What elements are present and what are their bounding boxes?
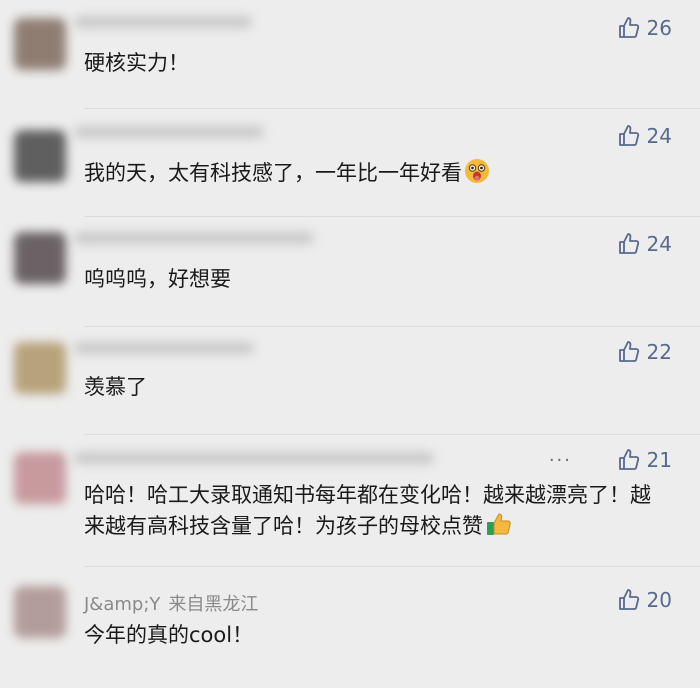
username-blurred [74, 452, 434, 464]
thumbs-up-icon [617, 16, 641, 40]
like-button[interactable]: 21 [617, 448, 672, 472]
username-blurred [74, 16, 252, 28]
thumbs-up-icon [617, 124, 641, 148]
drooling-face-emoji [464, 158, 490, 193]
like-count: 26 [646, 16, 672, 40]
like-count: 24 [646, 124, 672, 148]
like-button[interactable]: 20 [617, 588, 672, 612]
divider [84, 566, 700, 567]
like-button[interactable]: 24 [617, 124, 672, 148]
thumbs-up-icon [617, 340, 641, 364]
username-blurred [74, 126, 264, 138]
comment-text-value: 我的天，太有科技感了，一年比一年好看 [84, 161, 462, 185]
comment-text: 今年的真的cool！ [84, 623, 254, 647]
divider [84, 326, 700, 327]
comment-item: 硬核实力！ 26 [0, 0, 700, 110]
comment-item: 羡慕了 22 [0, 328, 700, 438]
comment-text: 哈哈！哈工大录取通知书每年都在变化哈！越来越漂亮了！越来越有高科技含量了哈！为孩… [84, 480, 664, 546]
like-count: 22 [646, 340, 672, 364]
username-blurred [74, 342, 254, 354]
like-count: 21 [646, 448, 672, 472]
more-options-button[interactable]: ··· [549, 450, 572, 471]
comment-item: 哈哈！哈工大录取通知书每年都在变化哈！越来越漂亮了！越来越有高科技含量了哈！为孩… [0, 436, 700, 568]
divider [84, 216, 700, 217]
like-count: 24 [646, 232, 672, 256]
divider [84, 434, 700, 435]
thumbs-up-icon [617, 588, 641, 612]
avatar[interactable] [14, 232, 66, 284]
like-button[interactable]: 22 [617, 340, 672, 364]
avatar[interactable] [14, 586, 66, 638]
like-button[interactable]: 24 [617, 232, 672, 256]
avatar[interactable] [14, 18, 66, 70]
like-count: 20 [646, 588, 672, 612]
comment-text: 硬核实力！ [84, 51, 189, 75]
divider [84, 108, 700, 109]
thumbs-up-icon [617, 448, 641, 472]
avatar[interactable] [14, 130, 66, 182]
thumbs-up-emoji [485, 511, 513, 546]
comment-text: 我的天，太有科技感了，一年比一年好看 [84, 158, 664, 193]
comment-item: J&amp;Y 来自黑龙江 今年的真的cool！ 20 [0, 568, 700, 688]
comment-item: 我的天，太有科技感了，一年比一年好看 24 [0, 110, 700, 220]
comment-text: 羡慕了 [84, 375, 147, 399]
username-value[interactable]: J&amp;Y [84, 594, 160, 615]
username-blurred [74, 232, 314, 244]
location-label: 来自黑龙江 [168, 594, 259, 615]
like-button[interactable]: 26 [617, 16, 672, 40]
comment-item: 呜呜呜，好想要 24 [0, 218, 700, 328]
avatar[interactable] [14, 452, 66, 504]
thumbs-up-icon [617, 232, 641, 256]
comment-text-value: 哈哈！哈工大录取通知书每年都在变化哈！越来越漂亮了！越来越有高科技含量了哈！为孩… [84, 483, 651, 538]
comment-text: 呜呜呜，好想要 [84, 267, 231, 291]
avatar[interactable] [14, 342, 66, 394]
username[interactable]: J&amp;Y 来自黑龙江 [84, 590, 258, 616]
